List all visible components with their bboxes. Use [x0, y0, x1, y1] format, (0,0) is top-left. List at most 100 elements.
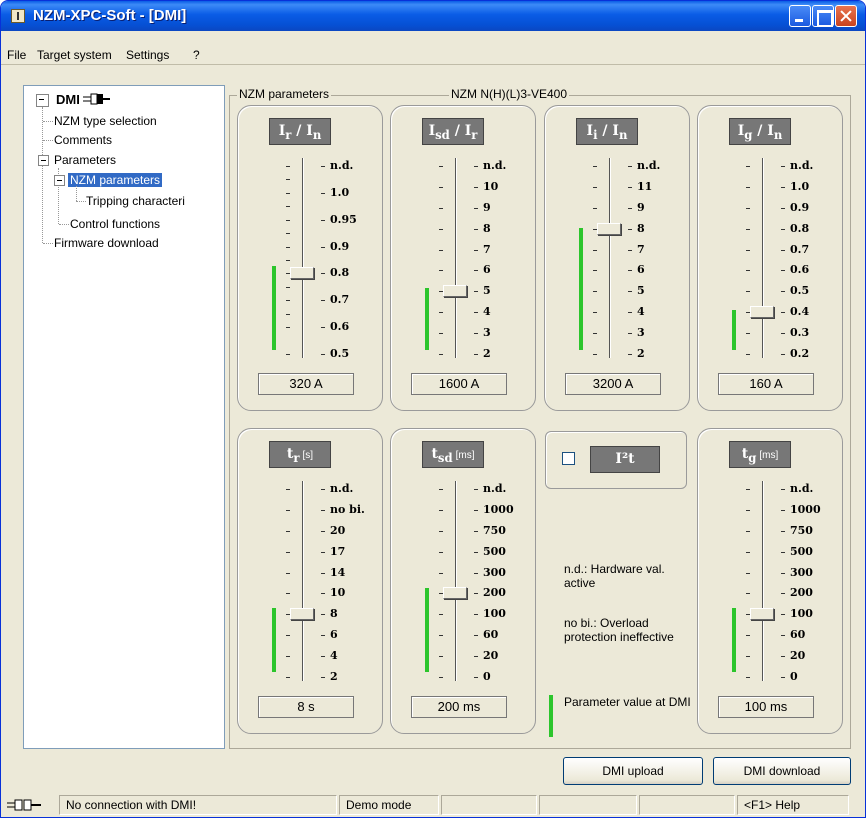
tree-item-tripping[interactable]: Tripping characteri — [86, 194, 185, 208]
tick-left — [593, 166, 597, 167]
slider-track[interactable] — [302, 158, 304, 358]
tick-left — [746, 656, 750, 658]
tree-item-comments[interactable]: Comments — [54, 133, 112, 147]
connection-plug-icon — [7, 799, 41, 811]
tick-left — [439, 656, 443, 658]
collapse-root-icon[interactable] — [36, 94, 49, 107]
parameter-value: 200 ms — [411, 696, 507, 718]
tick-left — [286, 593, 290, 595]
slider-thumb[interactable] — [750, 608, 774, 621]
slider-track[interactable] — [609, 158, 611, 358]
i2t-panel: I²t — [545, 431, 687, 489]
scale-label: 0.5 — [790, 284, 810, 298]
header-subscript: sd — [437, 450, 453, 465]
status-empty-2 — [539, 795, 637, 815]
scale-label: 3 — [637, 326, 645, 340]
slider-panel: tg [ms] n.d. 1000 750 500 300 200 100 60 20 0 100 ms — [697, 428, 843, 734]
note-nobi: no bi.: Overload protection ineffective — [564, 616, 674, 644]
collapse-parameters-icon[interactable] — [38, 155, 49, 166]
tree-root-dmi[interactable]: DMI — [56, 92, 111, 107]
scale-label: 500 — [790, 544, 813, 558]
status-help: <F1> Help — [737, 795, 849, 815]
tick-right — [474, 291, 478, 293]
scale-label: n.d. — [483, 482, 507, 495]
tick-left — [746, 572, 750, 574]
tick-left — [286, 572, 290, 574]
title-bar[interactable]: NZM-XPC-Soft - [DMI] — [1, 1, 865, 31]
tick-right — [474, 677, 478, 678]
slider-thumb[interactable] — [290, 608, 314, 621]
tick-right — [321, 192, 325, 194]
menu-settings[interactable]: Settings — [126, 48, 169, 62]
header-unit: [ms] — [759, 450, 779, 461]
tick-left — [746, 677, 750, 678]
scale-label: 2 — [330, 670, 338, 683]
tick-left — [286, 300, 290, 302]
tick-right — [781, 354, 785, 355]
tick-right — [781, 509, 785, 511]
tick-left — [439, 312, 443, 314]
dmi-download-button[interactable]: DMI download — [713, 757, 851, 785]
parameter-value: 3200 A — [565, 373, 661, 395]
i2t-checkbox[interactable] — [562, 452, 575, 465]
header-ratio: / I — [449, 123, 472, 139]
tick-right — [781, 572, 785, 574]
tick-left — [286, 327, 290, 329]
header-subscript: g — [748, 450, 757, 465]
tick-left — [746, 551, 750, 553]
tree-item-nzm-parameters[interactable]: NZM parameters — [68, 173, 163, 187]
scale-label: 1.0 — [790, 179, 810, 193]
slider-track[interactable] — [762, 158, 764, 358]
scale-label: 0.4 — [790, 305, 810, 319]
scale-label: 0.6 — [330, 320, 350, 334]
tree-item-control-functions[interactable]: Control functions — [70, 217, 160, 231]
slider-thumb[interactable] — [750, 306, 774, 319]
slider-track[interactable] — [455, 158, 457, 358]
collapse-nzm-parameters-icon[interactable] — [54, 175, 65, 186]
menu-target-system[interactable]: Target system — [37, 48, 112, 62]
tick-right — [628, 228, 632, 230]
close-button[interactable] — [835, 5, 857, 27]
header-subscript: sd — [435, 127, 450, 142]
status-empty-1 — [441, 795, 537, 815]
slider-thumb[interactable] — [443, 285, 467, 298]
tree-item-firmware[interactable]: Firmware download — [54, 236, 159, 250]
tree-item-parameters[interactable]: Parameters — [54, 153, 116, 167]
scale-label: 6 — [330, 628, 338, 642]
tick-left — [286, 656, 290, 658]
tree-item-nzm-type[interactable]: NZM type selection — [54, 114, 157, 128]
menu-bar: File Target system Settings ? — [1, 45, 865, 65]
tick-right — [474, 333, 478, 335]
scale-label: 10 — [330, 586, 346, 600]
scale-label: no bi. — [330, 502, 365, 516]
dmi-value-bar — [425, 288, 429, 350]
tick-left — [439, 614, 443, 616]
scale-label: 20 — [790, 649, 806, 663]
minimize-button[interactable] — [789, 5, 811, 27]
tick-right — [628, 333, 632, 335]
maximize-button[interactable] — [812, 5, 834, 27]
dmi-upload-button[interactable]: DMI upload — [563, 757, 703, 785]
parameter-value: 160 A — [718, 373, 814, 395]
menu-help[interactable]: ? — [193, 48, 200, 62]
slider-track[interactable] — [302, 481, 304, 681]
scale-label: 8 — [637, 221, 645, 235]
tick-left — [593, 249, 597, 251]
tick-left — [746, 228, 750, 230]
header-unit: [ms] — [455, 450, 475, 461]
slider-thumb[interactable] — [290, 267, 314, 280]
dmi-value-bar — [272, 608, 276, 672]
tick-right — [628, 166, 632, 167]
slider-track[interactable] — [455, 481, 457, 681]
tick-right — [474, 551, 478, 553]
navigation-tree[interactable]: DMI NZM type selection Comments Paramete… — [23, 85, 225, 749]
slider-track[interactable] — [762, 481, 764, 681]
slider-thumb[interactable] — [443, 587, 467, 600]
tick-left — [439, 572, 443, 574]
tick-right — [321, 273, 325, 275]
dmi-value-bar — [579, 228, 583, 350]
status-bar: No connection with DMI! Demo mode <F1> H… — [1, 793, 865, 817]
slider-thumb[interactable] — [597, 222, 621, 235]
menu-file[interactable]: File — [7, 48, 26, 62]
tick-right — [474, 614, 478, 616]
